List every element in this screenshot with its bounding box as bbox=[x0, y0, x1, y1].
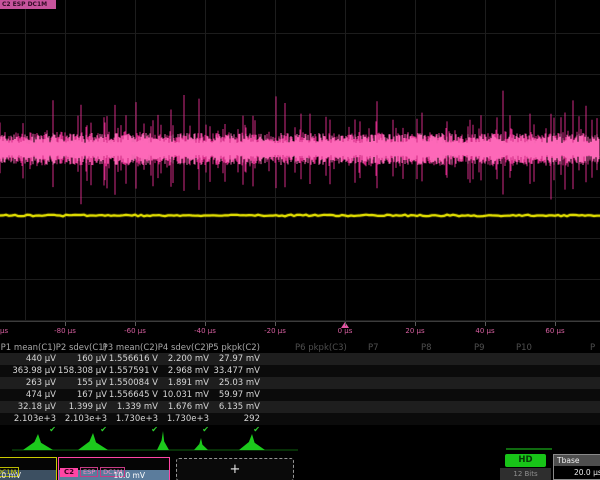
c2-channel-label: C2 bbox=[60, 468, 78, 477]
c2-badge-row: C2ESPDC1M bbox=[59, 458, 169, 470]
bit-depth-label: 12 Bits bbox=[500, 468, 551, 480]
c1-coupling-row: DC1M bbox=[0, 458, 56, 470]
param-header-unused[interactable]: P8 bbox=[421, 343, 432, 354]
measurement-table: P1 mean(C1)P2 sdev(C1)P3 mean(C2)P4 sdev… bbox=[0, 341, 600, 434]
waveform-graticule[interactable] bbox=[0, 0, 600, 322]
axis-tick bbox=[555, 322, 556, 326]
timebase-axis-label: 20 µs bbox=[405, 327, 424, 335]
axis-tick bbox=[275, 322, 276, 326]
param-header-unused[interactable]: P6 pkpk(C3) bbox=[295, 343, 347, 354]
timebase-axis-label: -60 µs bbox=[124, 327, 146, 335]
channel1-descriptor[interactable]: DC1M 10.0 mV bbox=[0, 457, 57, 480]
timebase-title: Tbase bbox=[554, 455, 600, 466]
channel2-descriptor[interactable]: C2ESPDC1M 10.0 mV bbox=[58, 457, 170, 480]
timebase-value: 20.0 µs bbox=[554, 466, 600, 479]
timebase-axis-label: -20 µs bbox=[264, 327, 286, 335]
param-header-unused[interactable]: P7 bbox=[368, 343, 379, 354]
axis-tick bbox=[65, 322, 66, 326]
histicon[interactable] bbox=[78, 433, 108, 450]
param-value: 6.135 mV bbox=[198, 402, 260, 413]
timebase-descriptor[interactable]: Tbase 20.0 µs bbox=[553, 454, 600, 480]
timebase-axis-label: 60 µs bbox=[545, 327, 564, 335]
axis-tick bbox=[485, 322, 486, 326]
axis-tick bbox=[135, 322, 136, 326]
param-status-check: ✔ bbox=[198, 425, 260, 434]
param-value: 27.97 mV bbox=[198, 354, 260, 365]
timebase-axis-label: -100 µs bbox=[0, 327, 8, 335]
timebase-axis-label: 0 µs bbox=[338, 327, 353, 335]
axis-tick bbox=[205, 322, 206, 326]
axis-tick bbox=[415, 322, 416, 326]
c1-vertical-scale: 10.0 mV bbox=[0, 470, 56, 480]
axis-tick bbox=[345, 322, 346, 326]
timebase-axis-label: -80 µs bbox=[54, 327, 76, 335]
param-value: 59.97 mV bbox=[198, 390, 260, 401]
param-value: 33.477 mV bbox=[198, 366, 260, 377]
histicon[interactable] bbox=[239, 434, 265, 450]
histicon[interactable] bbox=[194, 438, 208, 450]
c2-esp-badge: ESP bbox=[80, 467, 98, 477]
param-header-unused[interactable]: P9 bbox=[474, 343, 485, 354]
histicon[interactable] bbox=[23, 434, 53, 450]
timebase-axis-label: -40 µs bbox=[194, 327, 216, 335]
bottom-toolbar: DC1M 10.0 mV C2ESPDC1M 10.0 mV + HD 12 B… bbox=[0, 453, 600, 480]
oscilloscope-screen: C2 ESP DC1M -100 µs -80 µs -60 µs -40 µs -20… bbox=[0, 0, 600, 480]
param-value: 292 bbox=[198, 414, 260, 425]
trace-annotation-badge[interactable]: C2 ESP DC1M bbox=[0, 0, 56, 9]
timebase-axis-label: 40 µs bbox=[475, 327, 494, 335]
param-value: 25.03 mV bbox=[198, 378, 260, 389]
param-header-unused[interactable]: P10 bbox=[516, 343, 532, 354]
param-header[interactable]: P5 pkpk(C2) bbox=[198, 343, 260, 354]
hd-mode-badge[interactable]: HD bbox=[505, 454, 546, 467]
param-header-unused[interactable]: P bbox=[590, 343, 595, 354]
add-trace-button[interactable]: + bbox=[176, 458, 294, 480]
timebase-axis: -100 µs -80 µs -60 µs -40 µs -20 µs 0 µs 20 µs… bbox=[0, 322, 600, 341]
